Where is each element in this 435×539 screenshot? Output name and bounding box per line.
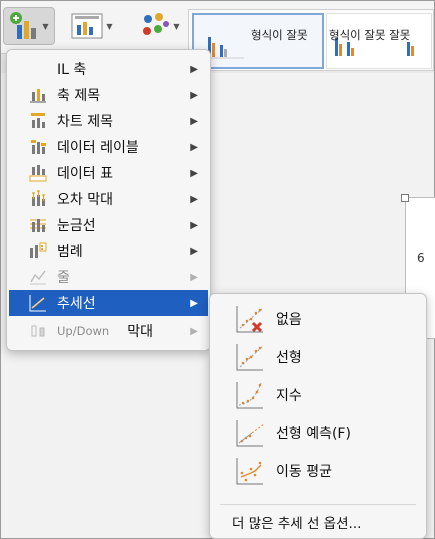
menu-item-label: 추세선	[57, 296, 96, 312]
menu-item-label: Up/Down	[57, 324, 110, 338]
menu-item-label: 막대	[127, 324, 153, 340]
menu-item-label: 없음	[276, 312, 302, 328]
chevron-right-icon: ▶	[190, 63, 198, 75]
data-labels-icon	[27, 136, 49, 158]
gridlines-icon	[27, 214, 49, 236]
trendline-submenu: 없음 선형 지수 선형 예측(F) 이동 평균 더 많은 추세 선 옵션...	[209, 293, 427, 539]
change-colors-button[interactable]: ▼	[135, 7, 185, 45]
quick-layout-button[interactable]: ▼	[67, 7, 117, 45]
chart-style-label: 형식이 잘못	[251, 28, 308, 42]
menu-item-legend[interactable]: 범례 ▶	[9, 238, 208, 264]
menu-item-label: 줄	[57, 270, 70, 286]
axis-tick-label: 6	[417, 251, 425, 265]
trendline-option-moving-average[interactable]: 이동 평균	[210, 452, 426, 490]
lines-icon	[27, 266, 49, 288]
menu-item-label: 데이터 표	[57, 166, 113, 182]
legend-icon	[27, 240, 49, 262]
menu-item-label: 데이터 레이블	[57, 140, 139, 156]
menu-item-data-table[interactable]: 데이터 표 ▶	[9, 160, 208, 186]
axis-titles-icon	[27, 84, 49, 106]
trendline-moving-average-icon	[236, 458, 263, 485]
chevron-down-icon: ▼	[106, 21, 113, 31]
quick-layout-icon	[71, 13, 103, 39]
add-chart-element-button[interactable]: ▼	[3, 7, 55, 45]
trendline-linear-icon	[236, 344, 264, 371]
up-down-bars-icon	[27, 320, 49, 342]
chevron-right-icon: ▶	[190, 219, 198, 231]
menu-item-up-down-bars: Up/Down 막대 ▶	[9, 318, 208, 344]
chart-style-label: 형식이 잘못 잘못	[329, 28, 411, 42]
menu-item-label: 선형	[276, 350, 302, 366]
trendline-option-linear[interactable]: 선형	[210, 338, 426, 376]
menu-item-label: 선형 예측(F)	[276, 426, 351, 442]
menu-item-data-labels[interactable]: 데이터 레이블 ▶	[9, 134, 208, 160]
data-table-icon	[27, 162, 49, 184]
menu-item-error-bars[interactable]: 오차 막대 ▶	[9, 186, 208, 212]
chevron-right-icon: ▶	[190, 115, 198, 127]
menu-item-axes[interactable]: IL 축 ▶	[9, 56, 208, 82]
menu-item-label: 오차 막대	[57, 192, 113, 208]
add-chart-element-icon	[10, 12, 37, 39]
menu-item-gridlines[interactable]: 눈금선 ▶	[9, 212, 208, 238]
ribbon: ▼ ▼ ▼ 형식이 잘못 형식이 잘못 잘못	[1, 1, 434, 71]
trendline-linear-forecast-icon	[236, 420, 265, 447]
trendline-icon	[27, 292, 49, 314]
change-colors-icon	[143, 13, 170, 35]
resize-handle[interactable]	[401, 194, 409, 202]
chart-styles-gallery: 형식이 잘못 형식이 잘못 잘못	[188, 9, 434, 71]
menu-item-label: 눈금선	[57, 218, 96, 234]
trendline-option-exponential[interactable]: 지수	[210, 376, 426, 414]
chevron-right-icon: ▶	[190, 245, 198, 257]
axes-icon	[27, 58, 49, 80]
chevron-right-icon: ▶	[190, 271, 198, 283]
error-bars-icon	[27, 188, 49, 210]
menu-item-label: 이동 평균	[276, 464, 332, 480]
menu-item-label: 축 제목	[57, 88, 101, 104]
menu-item-axis-titles[interactable]: 축 제목 ▶	[9, 82, 208, 108]
add-chart-element-menu: IL 축 ▶ 축 제목 ▶ 차트 제목 ▶ 데이터 레이블 ▶ 데이터 표 ▶ …	[6, 49, 211, 351]
trendline-option-none[interactable]: 없음	[210, 300, 426, 338]
trendline-exponential-icon	[236, 382, 263, 409]
menu-item-label: 지수	[276, 388, 302, 404]
menu-item-trendline[interactable]: 추세선 ▶	[9, 290, 208, 316]
menu-item-label: IL 축	[57, 62, 87, 78]
trendline-none-icon	[236, 306, 263, 333]
chevron-down-icon: ▼	[173, 21, 180, 31]
chevron-right-icon: ▶	[190, 89, 198, 101]
chevron-right-icon: ▶	[190, 141, 198, 153]
more-trendline-options[interactable]: 더 많은 추세 선 옵션...	[232, 512, 361, 532]
chevron-right-icon: ▶	[190, 193, 198, 205]
chart-title-icon	[27, 110, 49, 132]
trendline-option-linear-forecast[interactable]: 선형 예측(F)	[210, 414, 426, 452]
chevron-right-icon: ▶	[190, 325, 198, 337]
chevron-down-icon: ▼	[42, 21, 49, 31]
chevron-right-icon: ▶	[190, 297, 198, 309]
menu-item-label: 범례	[57, 244, 83, 260]
menu-item-lines: 줄 ▶	[9, 264, 208, 290]
menu-item-chart-title[interactable]: 차트 제목 ▶	[9, 108, 208, 134]
menu-item-label: 차트 제목	[57, 114, 113, 130]
chevron-right-icon: ▶	[190, 167, 198, 179]
menu-separator	[220, 504, 416, 505]
